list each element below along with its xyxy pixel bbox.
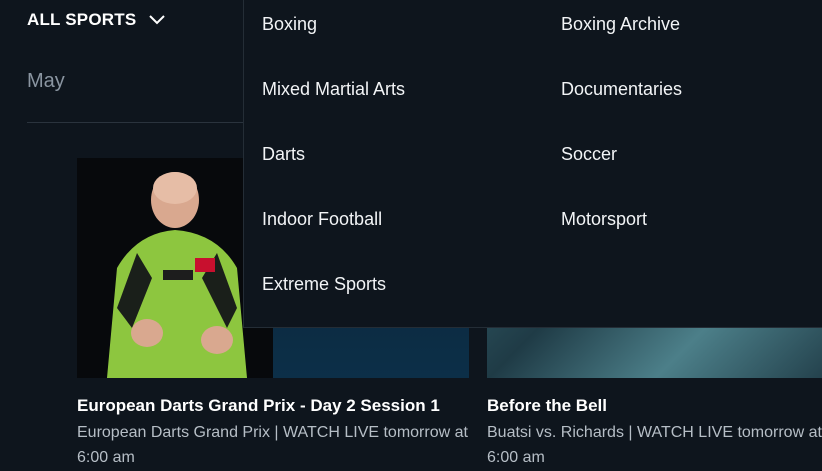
chevron-down-icon xyxy=(148,11,166,29)
all-sports-toggle[interactable]: ALL SPORTS xyxy=(27,10,166,30)
menu-item-motorsport[interactable]: Motorsport xyxy=(561,209,647,230)
menu-item-boxing[interactable]: Boxing xyxy=(262,14,317,35)
card-title[interactable]: Before the Bell xyxy=(487,396,822,416)
menu-item-soccer[interactable]: Soccer xyxy=(561,144,617,165)
menu-item-indoor-football[interactable]: Indoor Football xyxy=(262,209,382,230)
menu-item-mixed-martial-arts[interactable]: Mixed Martial Arts xyxy=(262,79,405,100)
all-sports-label: ALL SPORTS xyxy=(27,10,137,29)
menu-item-extreme-sports[interactable]: Extreme Sports xyxy=(262,274,386,295)
menu-item-boxing-archive[interactable]: Boxing Archive xyxy=(561,14,680,35)
month-heading: May xyxy=(27,70,65,92)
card-subtitle: Buatsi vs. Richards | WATCH LIVE tomorro… xyxy=(487,424,822,466)
divider xyxy=(27,122,247,123)
menu-item-documentaries[interactable]: Documentaries xyxy=(561,79,682,100)
card-title[interactable]: European Darts Grand Prix - Day 2 Sessio… xyxy=(77,396,469,416)
menu-item-darts[interactable]: Darts xyxy=(262,144,305,165)
card-subtitle: European Darts Grand Prix | WATCH LIVE t… xyxy=(77,424,468,466)
sports-dropdown-menu: Boxing Mixed Martial Arts Darts Indoor F… xyxy=(243,0,822,328)
